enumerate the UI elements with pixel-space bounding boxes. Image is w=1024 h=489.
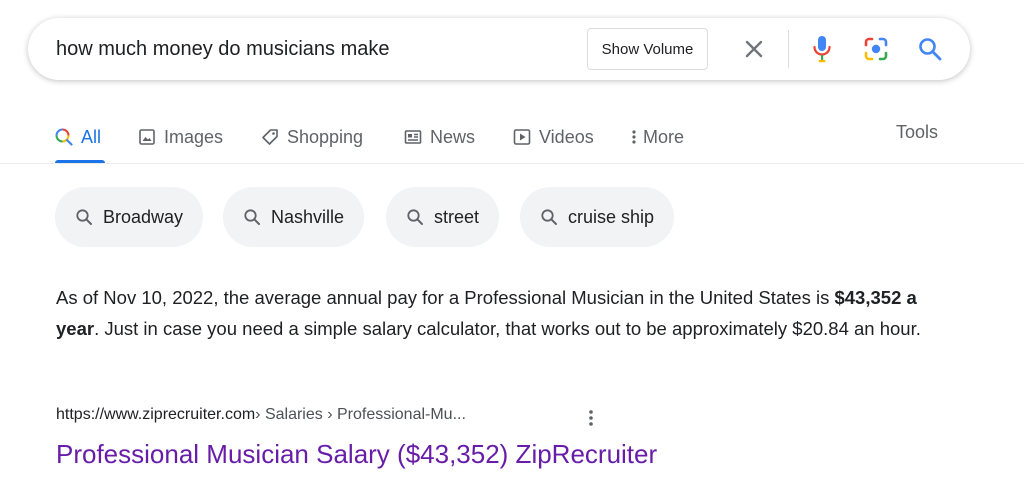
chip-cruise-ship[interactable]: cruise ship	[520, 187, 675, 247]
tab-news[interactable]: News	[404, 122, 475, 152]
show-volume-button[interactable]: Show Volume	[587, 28, 708, 70]
tools-button[interactable]: Tools	[896, 122, 938, 143]
snippet-text-after: . Just in case you need a simple salary …	[94, 318, 921, 339]
search-box: how much money do musicians make Show Vo…	[28, 18, 970, 80]
chip-label: street	[434, 206, 480, 227]
search-icon	[541, 209, 557, 225]
multicolor-search-icon	[55, 128, 73, 146]
news-icon	[404, 128, 422, 146]
tab-all[interactable]: All	[55, 122, 101, 152]
tab-label: Videos	[539, 126, 594, 147]
result-url: https://www.ziprecruiter.com	[56, 406, 256, 423]
chip-nashville[interactable]: Nashville	[223, 187, 365, 247]
featured-snippet-text: As of Nov 10, 2022, the average annual p…	[56, 282, 956, 344]
more-vert-icon	[630, 128, 638, 146]
tab-more[interactable]: More	[630, 122, 684, 152]
chip-label: Nashville	[271, 206, 345, 227]
tab-shopping[interactable]: Shopping	[261, 122, 363, 152]
search-tabs: All Images Shopping News Videos More	[0, 112, 1024, 164]
microphone-icon[interactable]	[806, 33, 838, 65]
chip-street[interactable]: street	[386, 187, 500, 247]
search-icon[interactable]	[914, 33, 946, 65]
tab-label: More	[643, 126, 685, 147]
search-icon	[76, 209, 92, 225]
tab-label: All	[81, 126, 102, 147]
tab-label: Images	[164, 126, 224, 147]
snippet-text-before: As of Nov 10, 2022, the average annual p…	[56, 287, 835, 308]
search-results-page: how much money do musicians make Show Vo…	[0, 0, 1024, 489]
result-path: › Salaries › Professional-Mu...	[255, 406, 466, 423]
image-icon	[138, 128, 156, 146]
result-options-icon[interactable]	[581, 406, 601, 430]
camera-lens-icon[interactable]	[860, 33, 892, 65]
result-breadcrumb: https://www.ziprecruiter.com › Salaries …	[56, 406, 466, 424]
search-box-divider	[788, 30, 789, 68]
clear-icon[interactable]	[738, 33, 770, 65]
tabs-divider	[0, 163, 1024, 164]
tag-icon	[261, 128, 279, 146]
tab-label: Shopping	[287, 126, 364, 147]
play-icon	[513, 128, 531, 146]
search-icon	[244, 209, 260, 225]
tab-images[interactable]: Images	[138, 122, 223, 152]
result-title-link[interactable]: Professional Musician Salary ($43,352) Z…	[56, 439, 657, 470]
tab-videos[interactable]: Videos	[513, 122, 594, 152]
tab-label: News	[430, 126, 476, 147]
chip-label: Broadway	[103, 206, 184, 227]
search-input[interactable]: how much money do musicians make	[56, 38, 389, 61]
chip-label: cruise ship	[568, 206, 655, 227]
search-icon	[407, 209, 423, 225]
chip-broadway[interactable]: Broadway	[55, 187, 204, 247]
